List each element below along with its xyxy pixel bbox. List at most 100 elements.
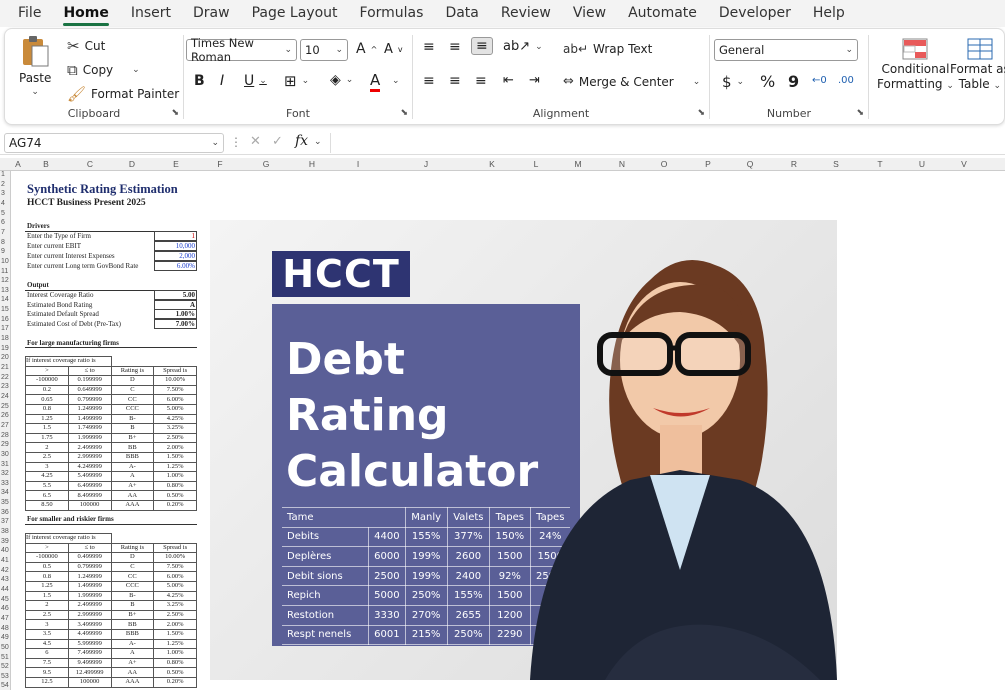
table-cell[interactable]: 1.50%: [153, 628, 197, 640]
row-header[interactable]: 46: [1, 605, 9, 612]
table-cell[interactable]: 1.00%: [153, 648, 197, 659]
column-header[interactable]: P: [705, 159, 711, 169]
table-cell[interactable]: 5.499999: [67, 471, 112, 482]
column-header[interactable]: T: [877, 159, 882, 169]
row-header[interactable]: 3: [1, 190, 5, 197]
cut-button[interactable]: ✂ Cut: [67, 37, 105, 55]
table-cell[interactable]: 1.5: [25, 423, 69, 434]
table-cell[interactable]: 1.249999: [67, 403, 112, 415]
table-cell[interactable]: 1.25: [25, 580, 69, 592]
column-header[interactable]: K: [489, 159, 495, 169]
table-cell[interactable]: 1.00%: [153, 471, 197, 482]
table-cell[interactable]: 9.499999: [67, 657, 112, 669]
table-cell[interactable]: 3.25%: [153, 423, 197, 434]
row-header[interactable]: 13: [1, 287, 9, 294]
table-cell[interactable]: 0.199999: [67, 375, 112, 386]
font-size-select[interactable]: 10 ⌄: [300, 39, 348, 61]
table-cell[interactable]: 2: [25, 442, 69, 453]
row-header[interactable]: 53: [1, 673, 9, 680]
table-cell[interactable]: 0.649999: [67, 384, 112, 396]
row-header[interactable]: 38: [1, 528, 9, 535]
column-header[interactable]: D: [129, 159, 135, 169]
menu-file[interactable]: File: [18, 0, 41, 27]
table-cell[interactable]: 4.25%: [153, 413, 197, 425]
table-cell[interactable]: 5.00%: [153, 403, 197, 415]
percent-button[interactable]: %: [760, 72, 775, 91]
table-cell[interactable]: 0.8: [25, 403, 69, 415]
table-cell[interactable]: 0.50%: [153, 667, 197, 678]
column-header[interactable]: C: [87, 159, 93, 169]
row-header[interactable]: 2: [1, 181, 5, 188]
row-header[interactable]: 9: [1, 248, 5, 255]
row-header[interactable]: 29: [1, 441, 9, 448]
table-cell[interactable]: B+: [110, 609, 155, 621]
table-cell[interactable]: 9.5: [25, 667, 69, 678]
row-header[interactable]: 51: [1, 654, 9, 661]
table-cell[interactable]: 1.25: [25, 413, 69, 425]
table-cell[interactable]: 6.499999: [67, 480, 112, 492]
table-cell[interactable]: A-: [110, 461, 155, 473]
table-cell[interactable]: 7.499999: [67, 648, 112, 659]
row-header[interactable]: 10: [1, 258, 9, 265]
column-header[interactable]: A: [15, 159, 21, 169]
row-header[interactable]: 42: [1, 567, 9, 574]
row-header[interactable]: 44: [1, 586, 9, 593]
table-cell[interactable]: 3: [25, 461, 69, 473]
menu-developer[interactable]: Developer: [719, 0, 791, 27]
table-cell[interactable]: 5.999999: [67, 638, 112, 650]
table-cell[interactable]: 4.25%: [153, 590, 197, 602]
row-header[interactable]: 11: [1, 268, 8, 275]
row-header[interactable]: 45: [1, 596, 9, 603]
promo-image[interactable]: HCCT Debt Rating Calculator Tame Manly Val…: [210, 220, 837, 680]
column-header[interactable]: N: [619, 159, 625, 169]
row-header[interactable]: 4: [1, 200, 5, 207]
table-cell[interactable]: 1.749999: [67, 423, 112, 434]
table-cell[interactable]: A-: [110, 638, 155, 650]
align-middle-icon[interactable]: ≡: [449, 39, 461, 55]
table-cell[interactable]: CCC: [110, 580, 155, 592]
row-header[interactable]: 24: [1, 393, 9, 400]
menu-review[interactable]: Review: [501, 0, 551, 27]
column-header[interactable]: E: [173, 159, 179, 169]
column-header[interactable]: R: [791, 159, 797, 169]
column-header[interactable]: F: [217, 159, 222, 169]
row-header[interactable]: 18: [1, 335, 9, 342]
table-cell[interactable]: BB: [110, 442, 155, 453]
table-cell[interactable]: 10.00%: [153, 552, 197, 563]
align-center-icon[interactable]: ≡: [449, 73, 461, 89]
copy-button[interactable]: ⧉ Copy ⌄: [67, 61, 140, 79]
menu-page-layout[interactable]: Page Layout: [252, 0, 338, 27]
row-header[interactable]: 17: [1, 325, 9, 332]
table-cell[interactable]: B: [110, 600, 155, 611]
row-header[interactable]: 6: [1, 219, 5, 226]
row-header[interactable]: 36: [1, 509, 9, 516]
table-cell[interactable]: BBB: [110, 628, 155, 640]
enter-icon[interactable]: ✓: [272, 134, 283, 149]
table-cell[interactable]: 1.75: [25, 432, 69, 444]
dialog-launcher-icon[interactable]: ⬊: [697, 108, 705, 118]
row-header[interactable]: 12: [1, 277, 9, 284]
table-cell[interactable]: 3.499999: [67, 619, 112, 630]
output-value[interactable]: 1.00%: [154, 309, 197, 319]
table-cell[interactable]: 6: [25, 648, 69, 659]
row-header[interactable]: 19: [1, 345, 9, 352]
bold-icon[interactable]: B: [194, 73, 205, 89]
table-cell[interactable]: 3.25%: [153, 600, 197, 611]
decrease-indent-icon[interactable]: ⇤: [503, 73, 514, 88]
fill-color-icon[interactable]: ◈ ⌄: [330, 72, 353, 88]
table-cell[interactable]: 8.50: [25, 499, 69, 511]
paste-button[interactable]: Paste ⌄: [19, 35, 51, 97]
table-cell[interactable]: 2.00%: [153, 619, 197, 630]
table-cell[interactable]: 100000: [67, 499, 112, 511]
table-cell[interactable]: 3: [25, 619, 69, 630]
comma-button[interactable]: 9: [788, 72, 799, 91]
increase-decimal-icon[interactable]: ←0: [812, 75, 827, 86]
table-cell[interactable]: 1.25%: [153, 638, 197, 650]
merge-center-button[interactable]: ⇔ Merge & Center ⌄: [563, 74, 700, 89]
table-cell[interactable]: 0.20%: [153, 499, 197, 511]
currency-button[interactable]: $ ⌄: [722, 73, 744, 91]
table-cell[interactable]: 7.5: [25, 657, 69, 669]
row-header[interactable]: 32: [1, 470, 9, 477]
table-cell[interactable]: 0.2: [25, 384, 69, 396]
dialog-launcher-icon[interactable]: ⬊: [400, 108, 408, 118]
